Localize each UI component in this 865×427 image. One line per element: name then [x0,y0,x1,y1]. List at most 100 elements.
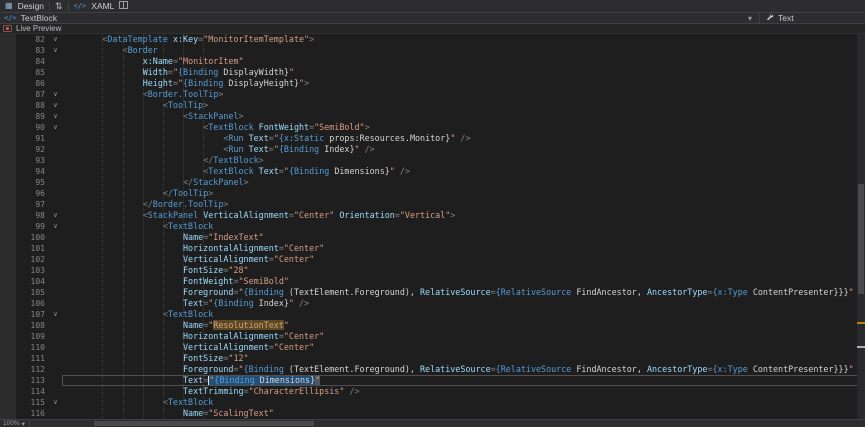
glyph-margin[interactable] [0,34,16,45]
code-text[interactable]: <TextBlock [62,221,865,232]
code-line[interactable]: 108 Name="ResolutionText" [0,320,865,331]
zoom-control[interactable]: 100% ▾ [3,420,25,427]
code-text[interactable]: <StackPanel> [62,111,865,122]
glyph-margin[interactable] [0,364,16,375]
glyph-margin[interactable] [0,243,16,254]
code-text[interactable]: </ToolTip> [62,188,865,199]
code-line[interactable]: 105 Foreground="{Binding (TextElement.Fo… [0,287,865,298]
glyph-margin[interactable] [0,56,16,67]
fold-chevron-icon[interactable]: ∨ [49,397,62,408]
glyph-margin[interactable] [0,353,16,364]
code-line[interactable]: 86 Height="{Binding DisplayHeight}"> [0,78,865,89]
code-line[interactable]: 116 Name="ScalingText" [0,408,865,419]
glyph-margin[interactable] [0,386,16,397]
glyph-margin[interactable] [0,67,16,78]
code-text[interactable]: HorizontalAlignment="Center" [62,331,865,342]
glyph-margin[interactable] [0,188,16,199]
vertical-scrollbar[interactable] [857,34,865,419]
glyph-margin[interactable] [0,100,16,111]
code-line[interactable]: 107∨ <TextBlock [0,309,865,320]
fold-chevron-icon[interactable]: ∨ [49,122,62,133]
code-line[interactable]: 92 <Run Text="{Binding Index}" /> [0,144,865,155]
code-line[interactable]: 111 FontSize="12" [0,353,865,364]
glyph-margin[interactable] [0,210,16,221]
code-line[interactable]: 100 Name="IndexText" [0,232,865,243]
glyph-margin[interactable] [0,298,16,309]
fold-chevron-icon[interactable]: ∨ [49,89,62,100]
glyph-margin[interactable] [0,155,16,166]
glyph-margin[interactable] [0,342,16,353]
design-tab[interactable]: Design [18,1,44,11]
fold-chevron-icon[interactable]: ∨ [49,309,62,320]
code-line[interactable]: 88∨ <ToolTip> [0,100,865,111]
code-text[interactable]: Text="{Binding Dimensions}" [62,375,865,386]
code-line[interactable]: 114 TextTrimming="CharacterEllipsis" /> [0,386,865,397]
code-line[interactable]: 94 <TextBlock Text="{Binding Dimensions}… [0,166,865,177]
glyph-margin[interactable] [0,320,16,331]
code-text[interactable]: <Run Text="{x:Static props:Resources.Mon… [62,133,865,144]
code-line[interactable]: 109 HorizontalAlignment="Center" [0,331,865,342]
glyph-margin[interactable] [0,221,16,232]
code-text[interactable]: Name="ResolutionText" [62,320,865,331]
code-text[interactable]: <DataTemplate x:Key="MonitorItemTemplate… [62,34,865,45]
code-text[interactable]: Name="IndexText" [62,232,865,243]
fold-chevron-icon[interactable]: ∨ [49,45,62,56]
code-text[interactable]: Width="{Binding DisplayWidth}" [62,67,865,78]
code-text[interactable]: VerticalAlignment="Center" [62,254,865,265]
live-preview-icon[interactable] [3,25,12,32]
code-text[interactable]: </Border.ToolTip> [62,199,865,210]
code-line[interactable]: 104 FontWeight="SemiBold" [0,276,865,287]
code-line[interactable]: 103 FontSize="28" [0,265,865,276]
glyph-margin[interactable] [0,89,16,100]
code-line[interactable]: 106 Text="{Binding Index}" /> [0,298,865,309]
glyph-margin[interactable] [0,45,16,56]
code-text[interactable]: Name="ScalingText" [62,408,865,419]
horizontal-scrollbar-thumb[interactable] [94,421,314,426]
element-dropdown[interactable]: </> TextBlock ▾ [0,13,759,23]
code-text[interactable]: <ToolTip> [62,100,865,111]
code-line[interactable]: 83∨ <Border [0,45,865,56]
code-text[interactable]: <TextBlock [62,309,865,320]
code-line[interactable]: 96 </ToolTip> [0,188,865,199]
code-line[interactable]: 89∨ <StackPanel> [0,111,865,122]
code-line[interactable]: 85 Width="{Binding DisplayWidth}" [0,67,865,78]
code-text[interactable]: Text="{Binding Index}" /> [62,298,865,309]
glyph-margin[interactable] [0,254,16,265]
glyph-margin[interactable] [0,397,16,408]
fold-chevron-icon[interactable]: ∨ [49,221,62,232]
fold-chevron-icon[interactable]: ∨ [49,210,62,221]
code-editor[interactable]: 82∨ <DataTemplate x:Key="MonitorItemTemp… [0,34,865,419]
code-text[interactable]: </StackPanel> [62,177,865,188]
glyph-margin[interactable] [0,166,16,177]
property-dropdown[interactable]: Text [760,13,865,23]
code-line[interactable]: 102 VerticalAlignment="Center" [0,254,865,265]
code-line[interactable]: 98∨ <StackPanel VerticalAlignment="Cente… [0,210,865,221]
glyph-margin[interactable] [0,144,16,155]
code-line[interactable]: 110 VerticalAlignment="Center" [0,342,865,353]
code-text[interactable]: <Run Text="{Binding Index}" /> [62,144,865,155]
code-line[interactable]: 93 </TextBlock> [0,155,865,166]
code-line[interactable]: 90∨ <TextBlock FontWeight="SemiBold"> [0,122,865,133]
fold-chevron-icon[interactable]: ∨ [49,111,62,122]
code-line[interactable]: 87∨ <Border.ToolTip> [0,89,865,100]
glyph-margin[interactable] [0,232,16,243]
code-line[interactable]: 91 <Run Text="{x:Static props:Resources.… [0,133,865,144]
code-line[interactable]: 82∨ <DataTemplate x:Key="MonitorItemTemp… [0,34,865,45]
horizontal-scrollbar[interactable] [34,421,862,426]
code-text[interactable]: x:Name="MonitorItem" [62,56,865,67]
glyph-margin[interactable] [0,276,16,287]
glyph-margin[interactable] [0,122,16,133]
xaml-tab[interactable]: XAML [91,1,114,11]
glyph-margin[interactable] [0,199,16,210]
chevron-down-icon[interactable]: ▾ [748,14,755,23]
code-text[interactable]: <StackPanel VerticalAlignment="Center" O… [62,210,865,221]
glyph-margin[interactable] [0,177,16,188]
code-line[interactable]: 115∨ <TextBlock [0,397,865,408]
code-text[interactable]: <TextBlock [62,397,865,408]
split-orientation-icon[interactable] [119,1,128,11]
live-preview-label[interactable]: Live Preview [16,24,61,33]
glyph-margin[interactable] [0,133,16,144]
code-text[interactable]: <Border [62,45,865,56]
glyph-margin[interactable] [0,408,16,419]
glyph-margin[interactable] [0,375,16,386]
